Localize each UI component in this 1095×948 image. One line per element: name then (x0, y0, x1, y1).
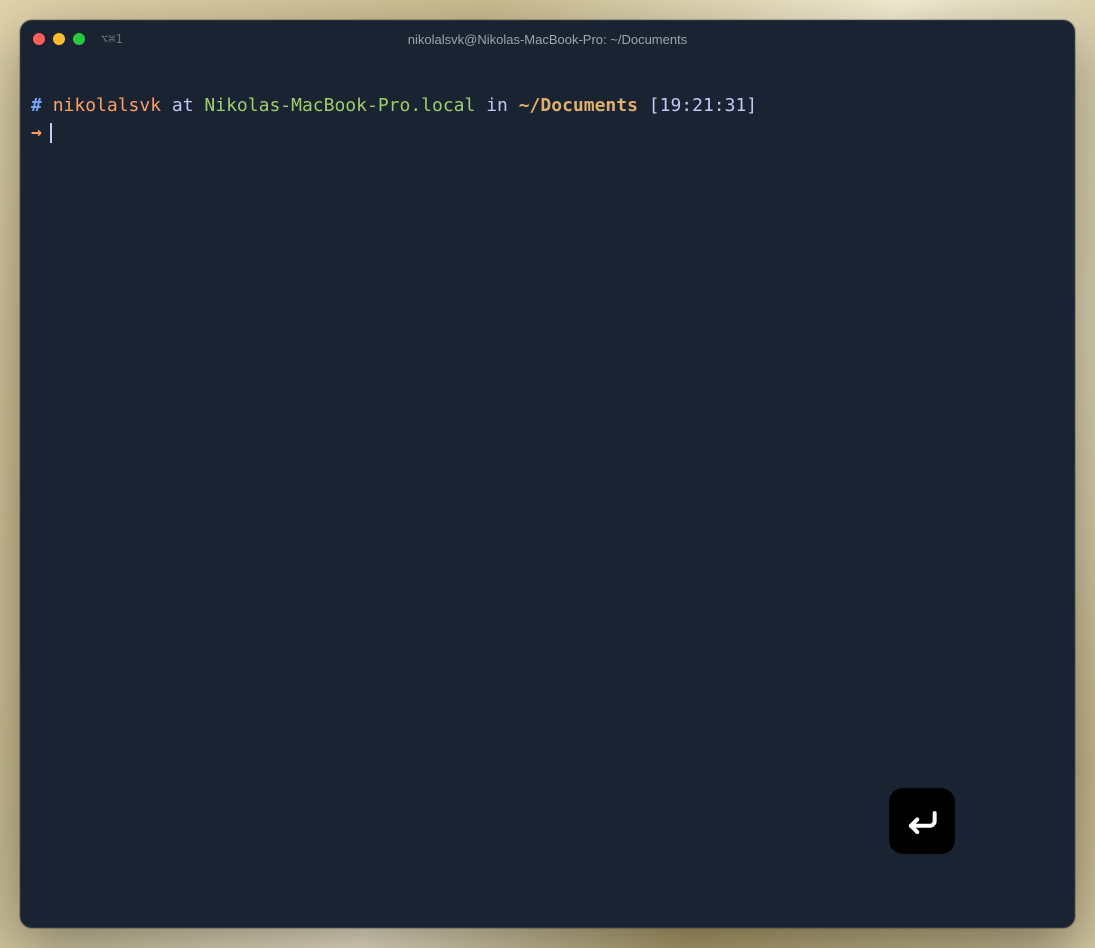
prompt-line-2: → (31, 120, 1064, 145)
prompt-user: nikolalsvk (53, 95, 161, 116)
return-icon (903, 802, 941, 840)
window-title: nikolalsvk@Nikolas-MacBook-Pro: ~/Docume… (408, 32, 687, 47)
prompt-in: in (475, 95, 518, 116)
prompt-line-1: # nikolalsvk at Nikolas-MacBook-Pro.loca… (31, 93, 1064, 118)
prompt-at: at (161, 95, 204, 116)
traffic-lights (33, 33, 85, 45)
title-bar[interactable]: ⌥⌘1 nikolalsvk@Nikolas-MacBook-Pro: ~/Do… (21, 21, 1074, 57)
close-button[interactable] (33, 33, 45, 45)
prompt-hash: # (31, 95, 42, 116)
prompt-host: Nikolas-MacBook-Pro.local (204, 95, 475, 116)
return-key-overlay[interactable] (889, 788, 955, 854)
tab-indicator: ⌥⌘1 (101, 32, 123, 46)
maximize-button[interactable] (73, 33, 85, 45)
prompt-path: ~/Documents (519, 95, 638, 116)
prompt-arrow-icon: → (31, 120, 42, 145)
minimize-button[interactable] (53, 33, 65, 45)
prompt-time: [19:21:31] (638, 95, 757, 116)
cursor (50, 123, 52, 143)
